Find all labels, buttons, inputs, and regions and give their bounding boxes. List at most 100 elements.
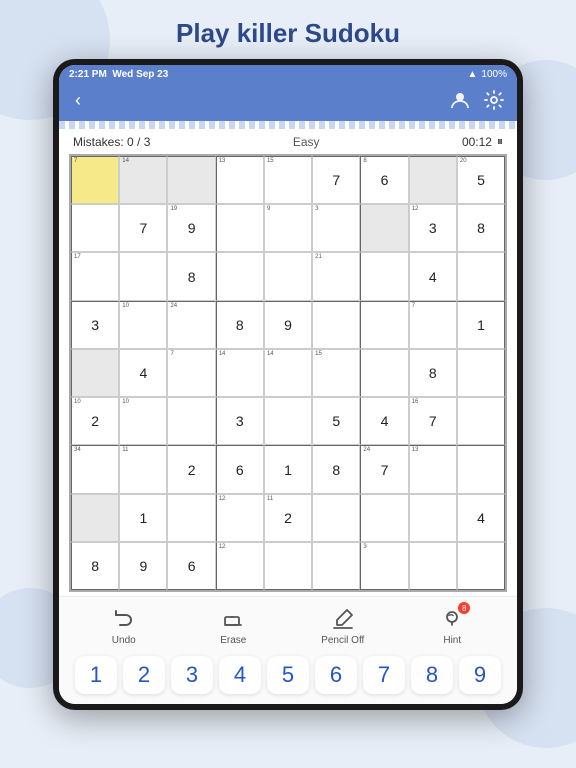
cell-r1-c0[interactable] [71, 204, 119, 252]
wifi-icon: ▲ [468, 69, 478, 80]
cell-r1-c2[interactable]: 199 [167, 204, 215, 252]
cell-r6-c7[interactable]: 13 [409, 445, 457, 493]
cell-r8-c5[interactable] [312, 542, 360, 590]
cell-r1-c8[interactable]: 8 [457, 204, 505, 252]
cell-r1-c7[interactable]: 123 [409, 204, 457, 252]
pause-icon[interactable]: ⏸ [497, 134, 503, 149]
cell-r7-c6[interactable] [360, 494, 408, 542]
cell-r2-c6[interactable] [360, 252, 408, 300]
back-button[interactable]: ‹ [69, 88, 87, 113]
cell-r0-c8[interactable]: 205 [457, 156, 505, 204]
cell-r0-c2[interactable] [167, 156, 215, 204]
num-button-8[interactable]: 8 [411, 656, 453, 694]
num-button-1[interactable]: 1 [75, 656, 117, 694]
cell-r5-c7[interactable]: 167 [409, 397, 457, 445]
num-button-9[interactable]: 9 [459, 656, 501, 694]
cell-value-r6-c3: 6 [236, 462, 244, 478]
cell-r1-c3[interactable] [216, 204, 264, 252]
cell-r5-c6[interactable]: 4 [360, 397, 408, 445]
profile-icon[interactable] [447, 87, 473, 113]
cell-r5-c0[interactable]: 102 [71, 397, 119, 445]
cell-r0-c6[interactable]: 86 [360, 156, 408, 204]
cell-r4-c7[interactable]: 8 [409, 349, 457, 397]
cell-r2-c3[interactable] [216, 252, 264, 300]
cell-r2-c5[interactable]: 21 [312, 252, 360, 300]
cell-r6-c6[interactable]: 247 [360, 445, 408, 493]
cell-r3-c4[interactable]: 9 [264, 301, 312, 349]
settings-icon[interactable] [481, 87, 507, 113]
cell-r2-c2[interactable]: 8 [167, 252, 215, 300]
cell-r3-c7[interactable]: 7 [409, 301, 457, 349]
cell-r6-c0[interactable]: 34 [71, 445, 119, 493]
hint-button[interactable]: 8 Hint [398, 605, 508, 646]
cell-r2-c7[interactable]: 4 [409, 252, 457, 300]
cell-r3-c2[interactable]: 24 [167, 301, 215, 349]
cell-r7-c1[interactable]: 1 [119, 494, 167, 542]
erase-button[interactable]: Erase [179, 605, 289, 646]
cell-r0-c3[interactable]: 13 [216, 156, 264, 204]
cell-r4-c5[interactable]: 15 [312, 349, 360, 397]
cell-r6-c2[interactable]: 2 [167, 445, 215, 493]
cell-r1-c6[interactable] [360, 204, 408, 252]
cell-r3-c3[interactable]: 8 [216, 301, 264, 349]
cell-r1-c4[interactable]: 9 [264, 204, 312, 252]
num-button-2[interactable]: 2 [123, 656, 165, 694]
undo-button[interactable]: Undo [69, 605, 179, 646]
cell-r8-c1[interactable]: 9 [119, 542, 167, 590]
cell-r4-c6[interactable] [360, 349, 408, 397]
cell-r3-c0[interactable]: 3 [71, 301, 119, 349]
cell-r4-c3[interactable]: 14 [216, 349, 264, 397]
cell-r6-c1[interactable]: 11 [119, 445, 167, 493]
cell-r5-c1[interactable]: 10 [119, 397, 167, 445]
num-button-5[interactable]: 5 [267, 656, 309, 694]
cell-r0-c4[interactable]: 15 [264, 156, 312, 204]
cell-r8-c4[interactable] [264, 542, 312, 590]
cell-r7-c0[interactable] [71, 494, 119, 542]
cell-r4-c2[interactable]: 7 [167, 349, 215, 397]
cell-r5-c3[interactable]: 3 [216, 397, 264, 445]
cell-r0-c1[interactable]: 14 [119, 156, 167, 204]
cell-r5-c5[interactable]: 5 [312, 397, 360, 445]
num-button-6[interactable]: 6 [315, 656, 357, 694]
cell-r5-c2[interactable] [167, 397, 215, 445]
cell-r6-c3[interactable]: 6 [216, 445, 264, 493]
cell-r4-c1[interactable]: 4 [119, 349, 167, 397]
cell-r1-c5[interactable]: 3 [312, 204, 360, 252]
cell-r3-c5[interactable] [312, 301, 360, 349]
cell-r7-c7[interactable] [409, 494, 457, 542]
cell-r6-c8[interactable] [457, 445, 505, 493]
cell-r7-c5[interactable] [312, 494, 360, 542]
cell-r7-c4[interactable]: 112 [264, 494, 312, 542]
cell-r8-c8[interactable] [457, 542, 505, 590]
cell-r2-c8[interactable] [457, 252, 505, 300]
cell-r3-c1[interactable]: 10 [119, 301, 167, 349]
cell-r5-c4[interactable] [264, 397, 312, 445]
cell-r6-c5[interactable]: 8 [312, 445, 360, 493]
cell-r7-c2[interactable] [167, 494, 215, 542]
cell-r2-c0[interactable]: 17 [71, 252, 119, 300]
num-button-4[interactable]: 4 [219, 656, 261, 694]
cell-r8-c6[interactable]: 3 [360, 542, 408, 590]
cell-r1-c1[interactable]: 7 [119, 204, 167, 252]
cell-r7-c3[interactable]: 12 [216, 494, 264, 542]
cell-r4-c4[interactable]: 14 [264, 349, 312, 397]
cell-r7-c8[interactable]: 4 [457, 494, 505, 542]
cell-r0-c0[interactable]: 7 [71, 156, 119, 204]
cell-r0-c7[interactable] [409, 156, 457, 204]
num-button-3[interactable]: 3 [171, 656, 213, 694]
cell-r5-c8[interactable] [457, 397, 505, 445]
cell-r8-c3[interactable]: 12 [216, 542, 264, 590]
cell-r2-c4[interactable] [264, 252, 312, 300]
cell-r3-c6[interactable] [360, 301, 408, 349]
cell-r0-c5[interactable]: 7 [312, 156, 360, 204]
num-button-7[interactable]: 7 [363, 656, 405, 694]
cell-r4-c0[interactable] [71, 349, 119, 397]
pencil-button[interactable]: Pencil Off [288, 605, 398, 646]
cell-r8-c7[interactable] [409, 542, 457, 590]
cell-r6-c4[interactable]: 1 [264, 445, 312, 493]
cell-r8-c2[interactable]: 6 [167, 542, 215, 590]
cell-r8-c0[interactable]: 8 [71, 542, 119, 590]
cell-r3-c8[interactable]: 1 [457, 301, 505, 349]
cell-r4-c8[interactable] [457, 349, 505, 397]
cell-r2-c1[interactable] [119, 252, 167, 300]
